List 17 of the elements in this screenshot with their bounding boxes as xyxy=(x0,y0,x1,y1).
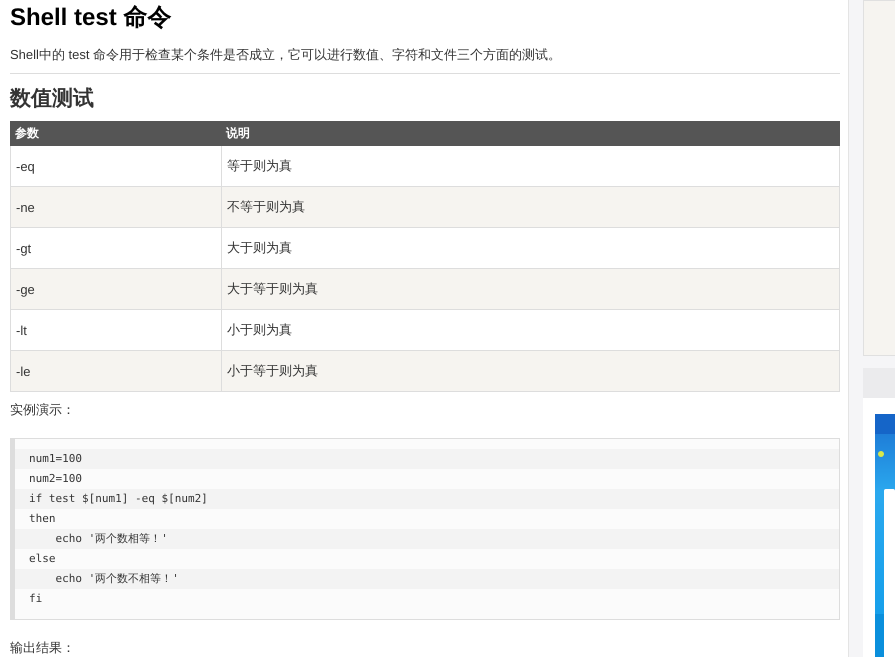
code-line: else xyxy=(28,551,56,567)
table-cell: -le xyxy=(10,350,222,392)
table-header: 参数 xyxy=(10,122,222,146)
table-cell: 小于等于则为真 xyxy=(222,350,840,392)
table-cell: -ne xyxy=(10,186,222,228)
table-cell: -ge xyxy=(10,268,222,310)
table-header: 说明 xyxy=(222,122,840,146)
code-line: fi xyxy=(28,591,44,607)
table-cell: 大于等于则为真 xyxy=(222,268,840,310)
code-line: num2=100 xyxy=(28,471,83,487)
example-label: 实例演示： xyxy=(10,402,76,418)
table-cell: 不等于则为真 xyxy=(222,186,840,228)
output-label: 输出结果： xyxy=(10,640,76,656)
intro-text: Shell中的 test 命令用于检查某个条件是否成立，它可以进行数值、字符和文件三个方面的测试。 xyxy=(10,46,562,64)
code-line: then xyxy=(28,511,56,527)
section-title: 数值测试 xyxy=(10,86,95,112)
page-title: Shell test 命令 xyxy=(10,3,172,33)
